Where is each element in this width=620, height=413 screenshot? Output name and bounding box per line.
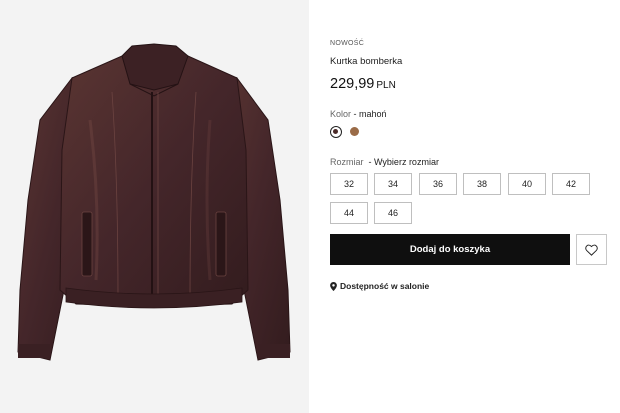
size-option-44[interactable]: 44: [330, 202, 368, 224]
location-pin-icon: [330, 281, 337, 291]
color-label-text: Kolor: [330, 109, 352, 119]
size-option-36[interactable]: 36: [419, 173, 457, 195]
size-label-text: Rozmiar: [330, 157, 364, 167]
add-to-cart-button[interactable]: Dodaj do koszyka: [330, 234, 570, 265]
size-separator: -: [363, 157, 375, 167]
color-swatch-brown[interactable]: [350, 127, 359, 136]
product-title: Kurtka bomberka: [330, 56, 403, 67]
new-badge: NOWOŚĆ: [330, 40, 365, 47]
store-availability-link[interactable]: Dostępność w salonie: [330, 281, 429, 291]
color-selected-value: mahoń: [359, 109, 387, 119]
jacket-illustration: [17, 43, 291, 361]
size-option-40[interactable]: 40: [508, 173, 546, 195]
store-availability-label: Dostępność w salonie: [340, 281, 430, 291]
product-price: 229,99 PLN: [330, 76, 396, 92]
wishlist-button[interactable]: [576, 234, 607, 265]
color-label: Kolor - mahoń: [330, 109, 387, 119]
size-label: Rozmiar - Wybierz rozmiar: [330, 157, 439, 167]
size-option-38[interactable]: 38: [463, 173, 501, 195]
color-swatch-mahon[interactable]: [330, 126, 342, 138]
size-option-32[interactable]: 32: [330, 173, 368, 195]
heart-icon: [585, 244, 598, 256]
product-info: NOWOŚĆ Kurtka bomberka 229,99 PLN Kolor -…: [330, 0, 610, 413]
size-prompt: Wybierz rozmiar: [374, 157, 439, 167]
size-option-46[interactable]: 46: [374, 202, 412, 224]
price-value: 229,99: [330, 76, 375, 92]
product-image[interactable]: [0, 0, 309, 413]
color-separator: -: [351, 109, 360, 119]
size-option-34[interactable]: 34: [374, 173, 412, 195]
price-currency: PLN: [376, 80, 396, 91]
size-option-42[interactable]: 42: [552, 173, 590, 195]
